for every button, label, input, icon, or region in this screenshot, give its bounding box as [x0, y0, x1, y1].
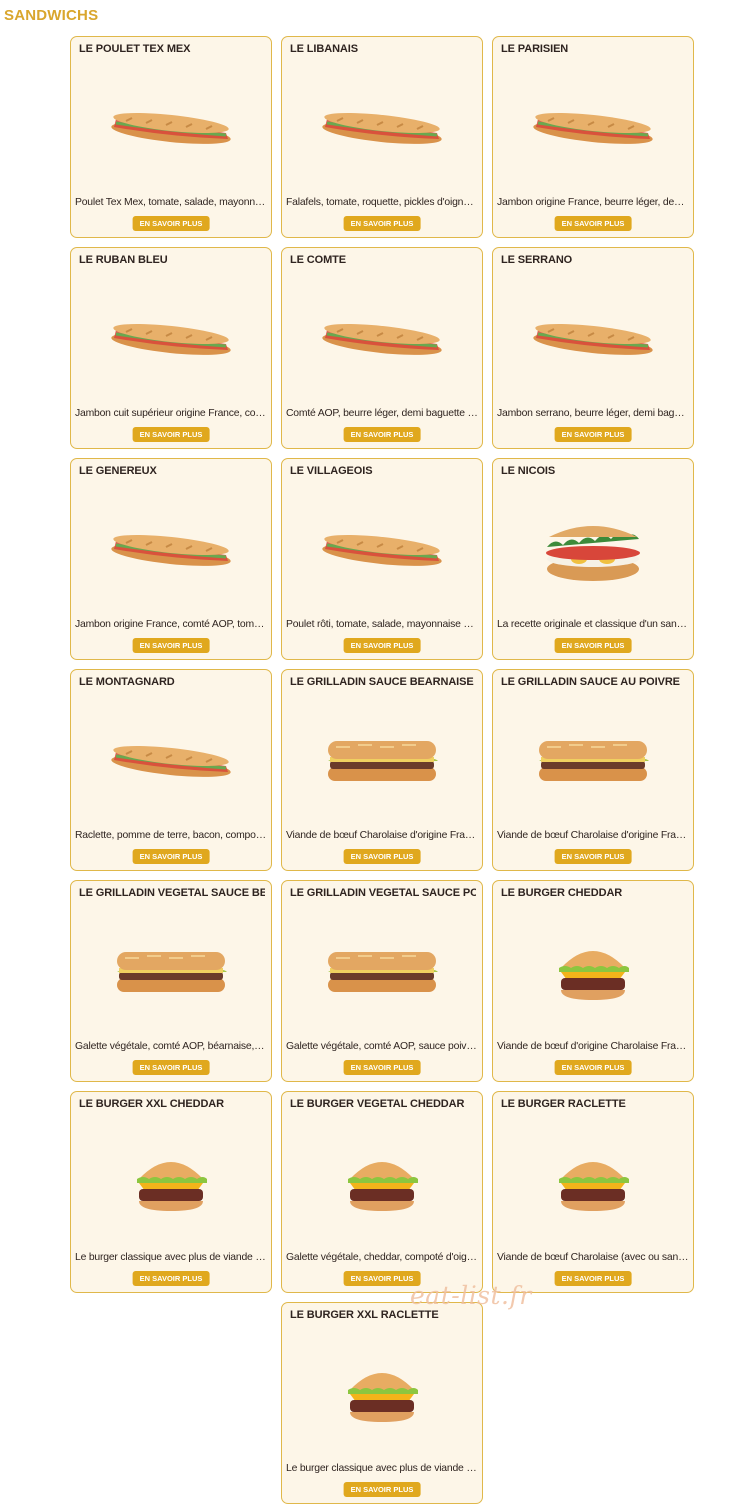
burger-icon[interactable] [493, 1116, 693, 1250]
product-description: Jambon cuit supérieur origine France, co… [75, 408, 267, 419]
baguette-sandwich-icon[interactable] [71, 483, 271, 617]
product-description: Poulet rôti, tomate, salade, mayonnaise … [286, 619, 478, 630]
product-description: Poulet Tex Mex, tomate, salade, mayonnai… [75, 197, 267, 208]
learn-more-button[interactable]: EN SAVOIR PLUS [554, 1060, 632, 1075]
product-description: Le burger classique avec plus de viande … [75, 1252, 267, 1263]
product-card[interactable]: LE VILLAGEOIS Poulet rôti, tomate, salad… [281, 458, 483, 660]
baguette-sandwich-icon[interactable] [493, 272, 693, 406]
learn-more-button[interactable]: EN SAVOIR PLUS [132, 1271, 210, 1286]
product-card[interactable]: LE MONTAGNARD Raclette, pomme de terre, … [70, 669, 272, 871]
product-card[interactable]: LE GRILLADIN SAUCE AU POIVRE Viande de b… [492, 669, 694, 871]
product-description: Galette végétale, cheddar, compoté d'oig… [286, 1252, 478, 1263]
product-title: LE SERRANO [501, 254, 573, 266]
product-title: LE GRILLADIN SAUCE AU POIVRE [501, 676, 680, 688]
product-description: Galette végétale, comté AOP, sauce poivr… [286, 1041, 478, 1052]
learn-more-button[interactable]: EN SAVOIR PLUS [554, 1271, 632, 1286]
learn-more-button[interactable]: EN SAVOIR PLUS [554, 427, 632, 442]
product-title: LE POULET TEX MEX [79, 43, 191, 55]
learn-more-button[interactable]: EN SAVOIR PLUS [343, 849, 421, 864]
product-title: LE RUBAN BLEU [79, 254, 168, 266]
learn-more-button[interactable]: EN SAVOIR PLUS [554, 216, 632, 231]
product-title: LE VILLAGEOIS [290, 465, 373, 477]
product-description: Galette végétale, comté AOP, béarnaise, … [75, 1041, 267, 1052]
product-description: Jambon origine France, comté AOP, tomate… [75, 619, 267, 630]
learn-more-button[interactable]: EN SAVOIR PLUS [343, 216, 421, 231]
product-title: LE BURGER RACLETTE [501, 1098, 626, 1110]
product-title: LE LIBANAIS [290, 43, 358, 55]
product-description: Viande de bœuf Charolaise (avec ou sans … [497, 1252, 689, 1263]
product-title: LE MONTAGNARD [79, 676, 175, 688]
product-title: LE GENEREUX [79, 465, 157, 477]
product-description: Viande de bœuf Charolaise d'origine Fran… [286, 830, 478, 841]
learn-more-button[interactable]: EN SAVOIR PLUS [343, 638, 421, 653]
round-sandwich-icon[interactable] [493, 483, 693, 617]
product-description: Comté AOP, beurre léger, demi baguette r… [286, 408, 478, 419]
baguette-sandwich-icon[interactable] [493, 61, 693, 195]
product-card[interactable]: LE COMTE Comté AOP, beurre léger, demi b… [281, 247, 483, 449]
product-card[interactable]: LE BURGER XXL CHEDDAR Le burger classiqu… [70, 1091, 272, 1293]
product-description: Falafels, tomate, roquette, pickles d'oi… [286, 197, 478, 208]
learn-more-button[interactable]: EN SAVOIR PLUS [343, 1060, 421, 1075]
baguette-sandwich-icon[interactable] [71, 272, 271, 406]
learn-more-button[interactable]: EN SAVOIR PLUS [343, 1482, 421, 1497]
learn-more-button[interactable]: EN SAVOIR PLUS [554, 638, 632, 653]
burger-icon[interactable] [71, 1116, 271, 1250]
product-title: LE BURGER CHEDDAR [501, 887, 623, 899]
product-card[interactable]: LE BURGER RACLETTE Viande de bœuf Charol… [492, 1091, 694, 1293]
product-title: LE GRILLADIN VEGETAL SAUCE POIVRE [290, 887, 476, 899]
product-title: LE BURGER XXL CHEDDAR [79, 1098, 224, 1110]
sub-sandwich-icon[interactable] [493, 694, 693, 828]
baguette-sandwich-icon[interactable] [71, 61, 271, 195]
product-card[interactable]: LE GENEREUX Jambon origine France, comté… [70, 458, 272, 660]
product-card[interactable]: LE BURGER XXL RACLETTE Le burger classiq… [281, 1302, 483, 1504]
burger-icon[interactable] [282, 1327, 482, 1461]
burger-icon[interactable] [493, 905, 693, 1039]
learn-more-button[interactable]: EN SAVOIR PLUS [343, 427, 421, 442]
product-card[interactable]: LE GRILLADIN VEGETAL SAUCE POIVRE Galett… [281, 880, 483, 1082]
product-card[interactable]: LE BURGER VEGETAL CHEDDAR Galette végéta… [281, 1091, 483, 1293]
learn-more-button[interactable]: EN SAVOIR PLUS [132, 638, 210, 653]
product-card[interactable]: LE PARISIEN Jambon origine France, beurr… [492, 36, 694, 238]
product-card[interactable]: LE LIBANAIS Falafels, tomate, roquette, … [281, 36, 483, 238]
product-title: LE PARISIEN [501, 43, 569, 55]
baguette-sandwich-icon[interactable] [282, 483, 482, 617]
product-title: LE COMTE [290, 254, 347, 266]
product-card[interactable]: LE GRILLADIN VEGETAL SAUCE BEAR Galette … [70, 880, 272, 1082]
learn-more-button[interactable]: EN SAVOIR PLUS [132, 216, 210, 231]
product-card[interactable]: LE POULET TEX MEX Poulet Tex Mex, tomate… [70, 36, 272, 238]
baguette-sandwich-icon[interactable] [282, 272, 482, 406]
learn-more-button[interactable]: EN SAVOIR PLUS [132, 849, 210, 864]
product-description: Jambon origine France, beurre léger, dem… [497, 197, 689, 208]
product-description: Viande de bœuf Charolaise d'origine Fran… [497, 830, 689, 841]
product-card[interactable]: LE BURGER CHEDDAR Viande de bœuf d'origi… [492, 880, 694, 1082]
product-description: Jambon serrano, beurre léger, demi bague… [497, 408, 689, 419]
product-title: LE BURGER VEGETAL CHEDDAR [290, 1098, 465, 1110]
product-description: Viande de bœuf d'origine Charolaise Fran… [497, 1041, 689, 1052]
watermark: eat-list.fr [410, 1281, 532, 1310]
learn-more-button[interactable]: EN SAVOIR PLUS [554, 849, 632, 864]
sub-sandwich-icon[interactable] [282, 905, 482, 1039]
baguette-sandwich-icon[interactable] [71, 694, 271, 828]
product-title: LE BURGER XXL RACLETTE [290, 1309, 439, 1321]
product-card[interactable]: LE SERRANO Jambon serrano, beurre léger,… [492, 247, 694, 449]
learn-more-button[interactable]: EN SAVOIR PLUS [132, 427, 210, 442]
learn-more-button[interactable]: EN SAVOIR PLUS [343, 1271, 421, 1286]
product-card[interactable]: LE GRILLADIN SAUCE BEARNAISE Viande de b… [281, 669, 483, 871]
product-description: Raclette, pomme de terre, bacon, compoté… [75, 830, 267, 841]
sub-sandwich-icon[interactable] [71, 905, 271, 1039]
section-title: SANDWICHS [4, 7, 99, 24]
product-title: LE NICOIS [501, 465, 556, 477]
learn-more-button[interactable]: EN SAVOIR PLUS [132, 1060, 210, 1075]
sub-sandwich-icon[interactable] [282, 694, 482, 828]
product-description: La recette originale et classique d'un s… [497, 619, 689, 630]
product-card[interactable]: LE NICOIS La recette originale et classi… [492, 458, 694, 660]
product-description: Le burger classique avec plus de viande … [286, 1463, 478, 1474]
product-title: LE GRILLADIN SAUCE BEARNAISE [290, 676, 474, 688]
baguette-sandwich-icon[interactable] [282, 61, 482, 195]
burger-icon[interactable] [282, 1116, 482, 1250]
product-card[interactable]: LE RUBAN BLEU Jambon cuit supérieur orig… [70, 247, 272, 449]
product-title: LE GRILLADIN VEGETAL SAUCE BEAR [79, 887, 265, 899]
